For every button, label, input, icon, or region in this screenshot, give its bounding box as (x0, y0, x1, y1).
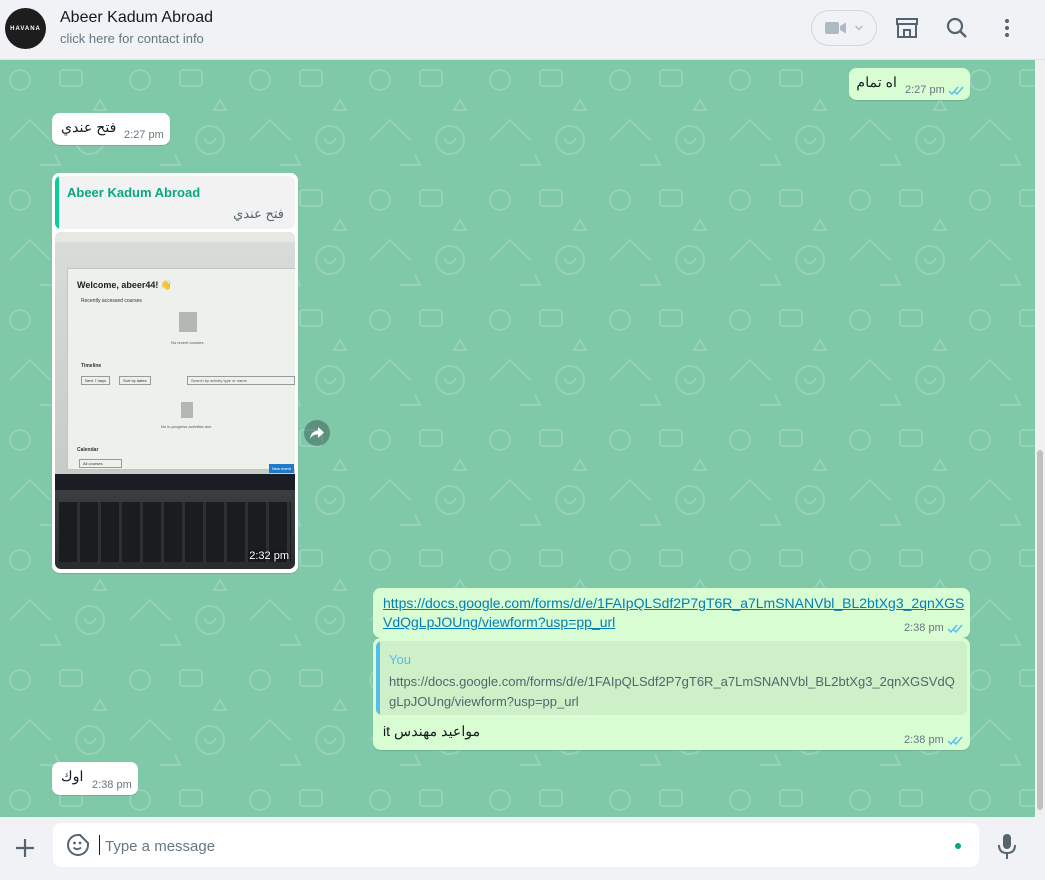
image-attachment[interactable]: Welcome, abeer44! 👋 Recently accessed co… (55, 232, 295, 569)
quote-accent-bar (55, 176, 59, 229)
quote-line-1: https://docs.google.com/forms/d/e/1FAIpQ… (389, 674, 955, 689)
quoted-message[interactable]: Abeer Kadum Abroad فتح عندي (55, 176, 295, 229)
message-bubble-incoming[interactable]: فتح عندي 2:27 pm (52, 113, 170, 145)
quote-line-2: gLpJOUng/viewform?usp=pp_url (389, 694, 579, 709)
photo-course-icon (179, 312, 197, 332)
message-time: 2:38 pm (92, 779, 132, 791)
contact-name[interactable]: Abeer Kadum Abroad (60, 9, 213, 27)
read-ticks-icon (947, 736, 963, 746)
photo-next7-dropdown: Next 7 days (81, 376, 111, 385)
photo-all-courses-dropdown: All courses (79, 459, 122, 468)
quote-author: You (389, 652, 411, 667)
quote-author: Abeer Kadum Abroad (67, 185, 201, 200)
message-text: مواعيد مهندس it (383, 724, 481, 740)
message-link[interactable]: https://docs.google.com/forms/d/e/1FAIpQ… (383, 594, 964, 632)
read-ticks-icon (947, 624, 963, 634)
message-input-box[interactable] (53, 823, 979, 869)
forward-button[interactable] (304, 420, 330, 446)
text-cursor (99, 835, 100, 855)
link-line-2: VdQgLpJOUng/viewform?usp=pp_url (383, 614, 616, 630)
photo-no-recent-text: No recent courses (171, 340, 204, 345)
photo-browser-bar (55, 232, 295, 242)
status-indicator-dot (955, 843, 961, 849)
message-bubble-outgoing[interactable]: اه تمام 2:27 pm (849, 68, 970, 100)
photo-search-field: Search by activity type or name (187, 376, 295, 385)
photo-no-activities-text: No in-progress activities due (161, 424, 212, 429)
chat-scrollbar[interactable] (1035, 60, 1045, 817)
message-text: اوك (61, 769, 84, 785)
message-time: 2:38 pm (904, 622, 944, 634)
message-text: فتح عندي (61, 120, 117, 136)
photo-timeline-text: Timeline (81, 363, 102, 369)
photo-recent-text: Recently accessed courses (81, 298, 142, 304)
message-input[interactable] (103, 823, 937, 869)
contact-info-hint[interactable]: click here for contact info (60, 31, 204, 46)
message-bubble-incoming-image[interactable]: Abeer Kadum Abroad فتح عندي Welcome, abe… (52, 173, 298, 573)
attach-button[interactable] (14, 837, 36, 859)
attach-plus-icon (16, 839, 34, 857)
microphone-icon (998, 834, 1016, 859)
message-time: 2:27 pm (905, 84, 945, 96)
message-bubble-outgoing-link[interactable]: https://docs.google.com/forms/d/e/1FAIpQ… (373, 588, 970, 638)
chat-header: HAVANA Abeer Kadum Abroad click here for… (0, 0, 1045, 60)
voice-message-button[interactable] (996, 833, 1018, 861)
message-text: اه تمام (856, 75, 897, 91)
video-call-icon (825, 22, 846, 34)
message-time: 2:38 pm (904, 734, 944, 746)
quote-text: فتح عندي (233, 206, 284, 221)
photo-calendar-text: Calendar (77, 447, 99, 453)
read-ticks-icon (948, 86, 964, 96)
message-time: 2:27 pm (124, 129, 164, 141)
video-call-button[interactable] (811, 10, 877, 46)
emoji-button[interactable] (66, 833, 90, 857)
message-bubble-outgoing-reply[interactable]: You https://docs.google.com/forms/d/e/1F… (373, 638, 970, 750)
forward-icon (310, 427, 324, 439)
message-time: 2:32 pm (249, 550, 289, 562)
menu-button[interactable] (995, 16, 1019, 40)
photo-new-event-button: New event (269, 464, 294, 473)
photo-welcome-text: Welcome, abeer44! 👋 (77, 280, 173, 290)
menu-icon (1005, 19, 1009, 37)
chat-messages-area: اه تمام 2:27 pm فتح عندي 2:27 pm 👍 Abeer… (0, 60, 1035, 817)
quote-text: https://docs.google.com/forms/d/e/1FAIpQ… (389, 672, 955, 712)
catalog-store-icon (896, 18, 918, 38)
message-bubble-incoming[interactable]: اوك 2:38 pm (52, 762, 138, 795)
quote-accent-bar (376, 641, 380, 715)
scrollbar-thumb[interactable] (1037, 450, 1043, 810)
chevron-down-icon (855, 25, 863, 31)
catalog-button[interactable] (895, 16, 919, 40)
search-button[interactable] (945, 16, 969, 40)
photo-taskbar (55, 474, 295, 490)
search-icon (946, 17, 967, 38)
quoted-message[interactable]: You https://docs.google.com/forms/d/e/1F… (376, 641, 967, 715)
message-composer (0, 817, 1045, 880)
contact-avatar[interactable]: HAVANA (5, 8, 46, 49)
photo-activities-icon (181, 402, 193, 418)
avatar-logo-text: HAVANA (10, 25, 41, 32)
emoji-sticker-icon (67, 834, 89, 856)
link-line-1: https://docs.google.com/forms/d/e/1FAIpQ… (383, 595, 965, 611)
photo-sort-dropdown: Sort by dates (119, 376, 151, 385)
